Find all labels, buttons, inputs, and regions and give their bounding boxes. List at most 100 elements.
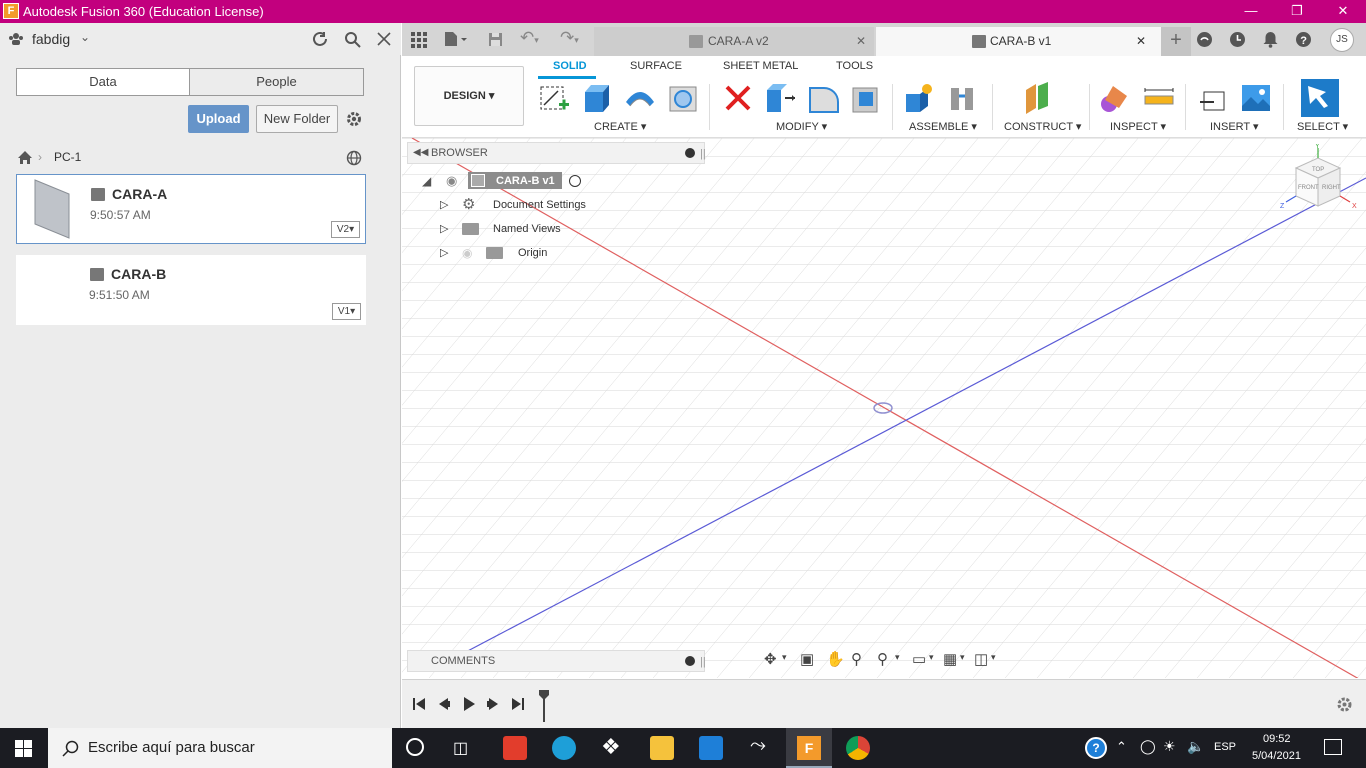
construct-menu[interactable]: CONSTRUCT ▾ [1004,120,1081,133]
viewport-canvas[interactable]: ◀◀ BROWSER || ◢ ◉ CARA-B v1 ▷ ⚙ Document… [402,138,1366,678]
tab-people[interactable]: People [189,68,364,96]
browser-item-named-views[interactable]: ▷ Named Views [440,218,580,240]
expand-arrow-icon[interactable]: ▷ [440,242,448,264]
browser-header[interactable]: ◀◀ BROWSER || [407,142,706,164]
globe-icon[interactable] [346,150,362,166]
team-name[interactable]: fabdig [32,31,70,47]
insert-menu[interactable]: INSERT ▾ [1210,120,1259,133]
wifi-icon[interactable]: ☀ [1163,738,1176,755]
file-menu-icon[interactable] [444,31,468,47]
mail-icon[interactable] [699,736,723,760]
home-icon[interactable] [17,150,33,165]
new-component-icon[interactable] [903,82,935,114]
tab-solid[interactable]: SOLID [553,60,587,72]
file-explorer-icon[interactable] [650,736,674,760]
chevron-down-icon[interactable]: ▾ [782,652,787,663]
file-card[interactable]: CARA-A 9:50:57 AM V2▾ [16,174,366,244]
expand-arrow-icon[interactable]: ◢ [422,170,431,192]
close-tab-icon[interactable]: ✕ [1136,27,1146,55]
expand-arrow-icon[interactable]: ▷ [440,218,448,240]
cortana-icon[interactable] [406,738,424,756]
delete-icon[interactable] [722,82,754,114]
refresh-icon[interactable] [312,31,329,48]
language-indicator[interactable]: ESP [1214,741,1236,753]
redo-icon[interactable]: ↷▾ [560,28,579,48]
modify-menu[interactable]: MODIFY ▾ [776,120,827,133]
tab-surface[interactable]: SURFACE [630,60,682,72]
zoom-window-icon[interactable]: ⚲ [877,650,888,668]
version-badge[interactable]: V2▾ [331,221,360,238]
panel-drag-handle[interactable]: || [700,652,706,672]
measure-icon[interactable] [1143,82,1175,114]
joint-icon[interactable] [947,82,979,114]
view-cube[interactable]: TOP FRONT RIGHT Y X Z [1278,144,1362,224]
insert-derive-icon[interactable] [1198,82,1230,114]
job-status-icon[interactable] [1229,31,1246,48]
task-view-icon[interactable]: ◫ [453,738,468,758]
revolve-icon[interactable] [624,82,656,114]
viewports-icon[interactable]: ◫ [974,650,988,668]
fillet-icon[interactable] [808,82,840,114]
close-tab-icon[interactable]: ✕ [856,27,866,55]
look-at-icon[interactable]: ▣ [800,650,814,668]
go-to-end-icon[interactable] [511,696,525,712]
close-window-button[interactable]: ✕ [1320,0,1366,23]
fusion-taskbar-button[interactable]: F [786,728,832,768]
pan-icon[interactable]: ✋ [826,650,845,668]
extrude-icon[interactable] [581,82,613,114]
new-folder-button[interactable]: New Folder [256,105,338,133]
undo-icon[interactable]: ↶▾ [520,28,539,48]
timeline-settings-icon[interactable] [1336,696,1353,713]
inspect-menu[interactable]: INSPECT ▾ [1110,120,1166,133]
interference-icon[interactable] [1099,82,1131,114]
tab-cara-a[interactable]: CARA-A v2 ✕ [594,27,874,56]
chrome-icon[interactable] [846,736,870,760]
version-badge[interactable]: V1▾ [332,303,361,320]
collapse-panel-icon[interactable]: ◀◀ [413,143,428,163]
tab-cara-b[interactable]: CARA-B v1 ✕ [876,27,1161,56]
display-settings-icon[interactable]: ▭ [912,650,926,668]
dropbox-icon[interactable]: ❖ [601,734,621,760]
zoom-icon[interactable]: ⚲ [851,650,862,668]
chevron-down-icon[interactable]: ▾ [991,652,996,663]
new-tab-button[interactable]: + [1161,27,1191,56]
file-card[interactable]: CARA-B 9:51:50 AM V1▾ [16,255,366,325]
tab-sheet-metal[interactable]: SHEET METAL [723,60,798,72]
chevron-down-icon[interactable]: ▾ [929,652,934,663]
volume-icon[interactable]: 🔈 [1187,738,1204,755]
windows-start-icon[interactable] [15,740,32,757]
canvas-image-icon[interactable] [1240,82,1272,114]
minimize-button[interactable]: — [1228,0,1274,23]
browser-root-row[interactable]: ◢ ◉ CARA-B v1 [422,170,592,192]
search-icon[interactable] [344,31,361,48]
taskbar-search[interactable]: Escribe aquí para buscar [48,728,392,768]
show-hidden-icons[interactable]: ⌃ [1116,739,1127,755]
timeline-marker[interactable] [538,689,550,723]
office-icon[interactable] [503,736,527,760]
clock-date[interactable]: 5/04/2021 [1252,750,1301,762]
select-icon[interactable] [1300,78,1340,118]
assemble-menu[interactable]: ASSEMBLE ▾ [909,120,977,133]
help-icon[interactable]: ? [1085,737,1107,759]
offset-plane-icon[interactable] [1022,82,1054,114]
browser-item-origin[interactable]: ▷ ◉ Origin [440,242,560,264]
help-icon[interactable]: ? [1295,31,1312,48]
clock-time[interactable]: 09:52 [1263,733,1291,745]
minus-icon[interactable] [685,148,695,158]
chevron-down-icon[interactable]: ⌄ [80,30,90,44]
save-icon[interactable] [488,32,503,47]
chevron-down-icon[interactable]: ▾ [895,652,900,663]
edge-icon[interactable] [552,736,576,760]
orbit-icon[interactable]: ✥ [764,650,777,668]
chevron-down-icon[interactable]: ▾ [960,652,965,663]
app-icon[interactable]: ⤳ [750,734,766,757]
comments-header[interactable]: COMMENTS || [407,650,706,672]
hole-icon[interactable] [667,82,699,114]
extensions-icon[interactable] [1196,31,1213,48]
shell-icon[interactable] [850,82,882,114]
close-icon[interactable] [377,32,391,46]
grid-settings-icon[interactable]: ▦ [943,650,957,668]
select-menu[interactable]: SELECT ▾ [1297,120,1348,133]
tab-data[interactable]: Data [16,68,190,96]
eye-icon[interactable]: ◉ [446,170,457,192]
